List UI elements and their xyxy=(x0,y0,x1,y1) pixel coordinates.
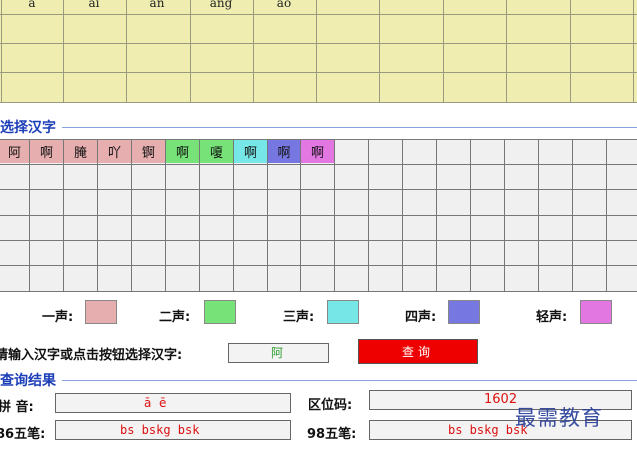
hanzi-button[interactable]: 吖 xyxy=(98,140,131,163)
grid-line xyxy=(0,291,637,292)
quwei-label: 区位码: xyxy=(308,398,353,413)
pinyin-cell-ang[interactable]: ang xyxy=(191,0,251,10)
hanzi-button[interactable]: 啊 xyxy=(234,140,267,163)
grid-line xyxy=(0,14,637,15)
section-divider xyxy=(62,127,637,128)
grid-line xyxy=(316,0,317,103)
hanzi-button[interactable]: 啊 xyxy=(301,140,334,163)
pinyin-cell-a[interactable]: a xyxy=(2,0,62,10)
tone-label-3: 三声: xyxy=(283,310,315,325)
wubi86-field[interactable]: bs bskg bsk xyxy=(55,420,291,440)
wubi98-label: 98五笔: xyxy=(307,427,357,442)
tone-swatch-3 xyxy=(327,300,359,324)
section-divider xyxy=(62,380,637,381)
grid-line xyxy=(63,0,64,103)
grid-line xyxy=(368,139,369,292)
grid-line xyxy=(504,139,505,292)
grid-line xyxy=(402,139,403,292)
pinyin-label: 拼 音: xyxy=(0,400,34,415)
grid-line xyxy=(0,265,637,266)
hanzi-grid: 阿 啊 腌 吖 锕 啊 嗄 啊 啊 啊 xyxy=(0,139,637,292)
grid-line xyxy=(606,139,607,292)
query-button[interactable]: 查询 xyxy=(358,339,478,364)
grid-line xyxy=(436,139,437,292)
grid-line xyxy=(190,0,191,103)
tone-swatch-4 xyxy=(448,300,480,324)
hanzi-button[interactable]: 啊 xyxy=(166,140,199,163)
section-title-select: 选择汉字 xyxy=(0,120,56,136)
grid-line xyxy=(443,0,444,103)
pinyin-cell-ao[interactable]: ao xyxy=(254,0,314,10)
tone-swatch-2 xyxy=(204,300,236,324)
grid-line xyxy=(379,0,380,103)
hanzi-button[interactable]: 啊 xyxy=(30,140,63,163)
grid-line xyxy=(0,72,637,73)
grid-line xyxy=(0,43,637,44)
grid-line xyxy=(126,0,127,103)
grid-line xyxy=(633,0,634,103)
wubi86-label: 86五笔: xyxy=(0,427,46,442)
tone-label-4: 四声: xyxy=(405,310,437,325)
grid-line xyxy=(570,0,571,103)
tone-label-2: 二声: xyxy=(159,310,191,325)
grid-line xyxy=(506,0,507,103)
tone-label-1: 一声: xyxy=(42,310,74,325)
tone-swatch-5 xyxy=(580,300,612,324)
watermark: 最需教育 xyxy=(515,406,603,430)
grid-line xyxy=(0,189,637,190)
pinyin-cell-ai[interactable]: ai xyxy=(64,0,124,10)
grid-line xyxy=(572,139,573,292)
tone-swatch-1 xyxy=(85,300,117,324)
grid-line xyxy=(538,139,539,292)
grid-line xyxy=(0,240,637,241)
hanzi-button[interactable]: 锕 xyxy=(132,140,165,163)
hanzi-button[interactable]: 腌 xyxy=(64,140,97,163)
grid-line xyxy=(0,215,637,216)
pinyin-grid: a ai an ang ao xyxy=(0,0,637,103)
grid-line xyxy=(253,0,254,103)
pinyin-cell-an[interactable]: an xyxy=(127,0,187,10)
tone-label-5: 轻声: xyxy=(536,310,568,325)
hanzi-input-label: 请输入汉字或点击按钮选择汉字: xyxy=(0,348,183,363)
hanzi-button[interactable]: 嗄 xyxy=(200,140,233,163)
section-title-result: 查询结果 xyxy=(0,373,56,389)
pinyin-field[interactable]: ā ē xyxy=(55,393,291,413)
hanzi-button[interactable]: 阿 xyxy=(0,140,29,163)
grid-line xyxy=(0,102,637,103)
hanzi-button[interactable]: 啊 xyxy=(268,140,300,163)
hanzi-input[interactable]: 阿 xyxy=(228,343,329,363)
grid-line xyxy=(1,0,2,103)
grid-line xyxy=(470,139,471,292)
grid-line xyxy=(0,164,637,165)
grid-line xyxy=(334,139,335,292)
